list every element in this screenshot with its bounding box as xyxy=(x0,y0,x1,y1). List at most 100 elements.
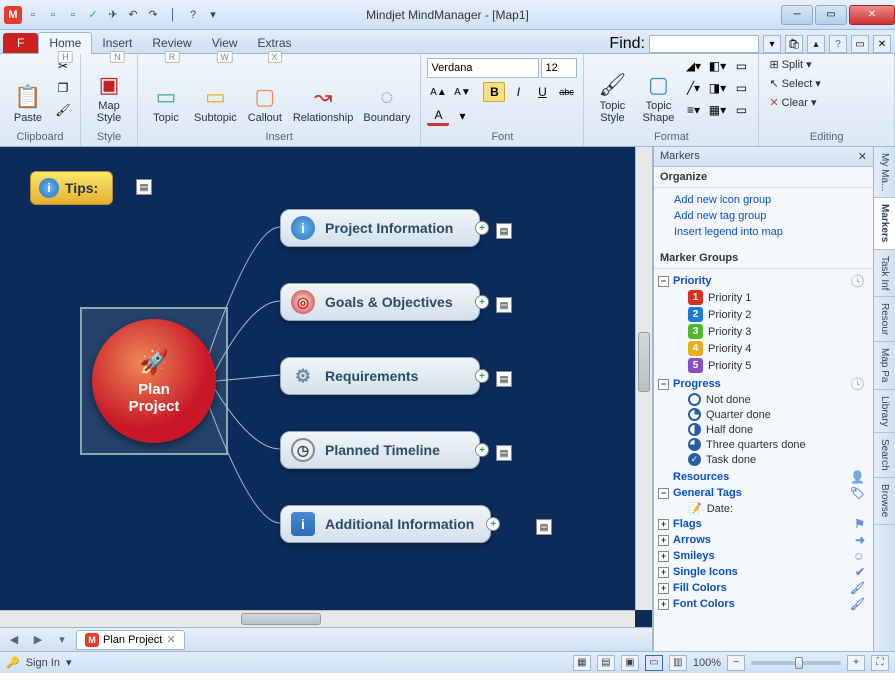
minimize-button[interactable]: ─ xyxy=(781,5,813,25)
help-icon[interactable]: ? xyxy=(829,35,847,53)
paste-button[interactable]: 📋Paste xyxy=(6,56,50,126)
shrink-font-icon[interactable]: A▼ xyxy=(451,82,473,102)
progress-three-quarters[interactable]: Three quarters done xyxy=(658,437,869,452)
restore-icon[interactable]: ▭ xyxy=(851,35,869,53)
resources-header[interactable]: Resources👤 xyxy=(658,469,869,485)
tab-insert[interactable]: InsertN xyxy=(92,33,142,53)
sidetab-taskinfo[interactable]: Task Inf xyxy=(874,250,895,297)
qat-help-icon[interactable]: ? xyxy=(184,6,202,24)
view-slide-icon[interactable]: ▭ xyxy=(645,655,663,671)
view-map-icon[interactable]: ▦ xyxy=(573,655,591,671)
date-item[interactable]: 📝Date: xyxy=(658,501,869,516)
progress-quarter[interactable]: Quarter done xyxy=(658,407,869,422)
align-icon[interactable]: ≡▾ xyxy=(682,100,704,120)
collapse-icon[interactable]: − xyxy=(658,379,669,390)
signin-link[interactable]: Sign In xyxy=(26,657,60,669)
progress-not-done[interactable]: Not done xyxy=(658,392,869,407)
insert-legend-link[interactable]: Insert legend into map xyxy=(674,224,867,240)
priority-3[interactable]: 3Priority 3 xyxy=(658,323,869,340)
expand-icon[interactable]: + xyxy=(475,295,489,309)
sidetab-markers[interactable]: Markers xyxy=(874,198,895,249)
bold-button[interactable]: B xyxy=(483,82,505,102)
fmt-icon-d[interactable]: ▭ xyxy=(730,56,752,76)
sidetab-mapparts[interactable]: Map Pa xyxy=(874,342,895,389)
view-gantt-icon[interactable]: ▣ xyxy=(621,655,639,671)
collapse-icon[interactable]: − xyxy=(658,276,669,287)
tab-view[interactable]: ViewW xyxy=(202,33,248,53)
file-tab[interactable]: F xyxy=(3,33,38,53)
underline-button[interactable]: U xyxy=(531,82,553,102)
font-colors-header[interactable]: +Font Colors🖌 xyxy=(658,596,869,612)
close-doc-icon[interactable]: ✕ xyxy=(873,35,891,53)
view-other-icon[interactable]: ▥ xyxy=(669,655,687,671)
topic-shape-button[interactable]: ▢Topic Shape xyxy=(636,56,680,126)
signin-dropdown-icon[interactable]: ▾ xyxy=(66,656,72,669)
fmt-icon-a[interactable]: ◧▾ xyxy=(706,56,728,76)
expand-icon[interactable]: + xyxy=(475,443,489,457)
close-button[interactable]: ✕ xyxy=(849,5,895,25)
general-tags-header[interactable]: −General Tags🏷 xyxy=(658,485,869,501)
topic-button[interactable]: ▭Topic xyxy=(144,56,188,126)
add-icon-group-link[interactable]: Add new icon group xyxy=(674,192,867,208)
progress-half[interactable]: Half done xyxy=(658,422,869,437)
zoom-in-icon[interactable]: + xyxy=(847,655,865,671)
nav-back-icon[interactable]: ◀ xyxy=(4,631,24,649)
qat-redo-icon[interactable]: ↷ xyxy=(144,6,162,24)
progress-done[interactable]: ✓Task done xyxy=(658,452,869,467)
central-topic[interactable]: 🚀 Plan Project xyxy=(92,319,216,443)
topic-requirements[interactable]: ⚙ Requirements + xyxy=(280,357,480,395)
expand-icon[interactable]: + xyxy=(486,517,500,531)
grow-font-icon[interactable]: A▲ xyxy=(427,82,449,102)
boundary-button[interactable]: ◌Boundary xyxy=(359,56,414,126)
zoom-label[interactable]: 100% xyxy=(693,657,721,669)
select-button[interactable]: ↖Select ▾ xyxy=(765,75,824,92)
expand-icon[interactable]: + xyxy=(658,567,669,578)
view-outline-icon[interactable]: ▤ xyxy=(597,655,615,671)
tab-extras[interactable]: ExtrasX xyxy=(248,33,302,53)
topic-goals[interactable]: ◎ Goals & Objectives + xyxy=(280,283,480,321)
single-icons-header[interactable]: +Single Icons✔ xyxy=(658,564,869,580)
fit-icon[interactable]: ⛶ xyxy=(871,655,889,671)
document-tab[interactable]: M Plan Project ✕ xyxy=(76,630,185,650)
font-color-dropdown-icon[interactable]: ▾ xyxy=(451,106,473,126)
tab-review[interactable]: ReviewR xyxy=(142,33,201,53)
priority-1[interactable]: 1Priority 1 xyxy=(658,289,869,306)
shop-icon[interactable]: 🛍 xyxy=(785,35,803,53)
topic-style-button[interactable]: 🖌Topic Style xyxy=(590,56,634,126)
progress-header[interactable]: −Progress🕓 xyxy=(658,376,869,392)
smileys-header[interactable]: +Smileys☺ xyxy=(658,548,869,564)
copy-icon[interactable]: ❐ xyxy=(52,78,74,98)
size-select[interactable] xyxy=(541,58,577,78)
strike-button[interactable]: abc xyxy=(555,82,577,102)
find-go-icon[interactable]: ▾ xyxy=(763,35,781,53)
priority-header[interactable]: −Priority🕓 xyxy=(658,273,869,289)
qat-undo-icon[interactable]: ↶ xyxy=(124,6,142,24)
expand-icon[interactable]: + xyxy=(658,551,669,562)
sidetab-library[interactable]: Library xyxy=(874,390,895,434)
relationship-button[interactable]: ↝Relationship xyxy=(289,56,358,126)
fill-colors-header[interactable]: +Fill Colors🖌 xyxy=(658,580,869,596)
qat-dropdown-icon[interactable]: ▾ xyxy=(204,6,222,24)
qat-new-icon[interactable]: ▫ xyxy=(24,6,42,24)
nav-fwd-icon[interactable]: ▶ xyxy=(28,631,48,649)
tab-home[interactable]: HomeH xyxy=(38,32,92,54)
tab-close-icon[interactable]: ✕ xyxy=(166,633,175,646)
collapse-icon[interactable]: − xyxy=(658,488,669,499)
qat-check-icon[interactable]: ✓ xyxy=(84,6,102,24)
sidetab-resources[interactable]: Resour xyxy=(874,297,895,342)
fmt-icon-f[interactable]: ▭ xyxy=(730,100,752,120)
map-style-button[interactable]: ▣Map Style xyxy=(87,56,131,126)
panel-close-icon[interactable]: ✕ xyxy=(858,150,867,163)
subtopic-button[interactable]: ▭Subtopic xyxy=(190,56,241,126)
qat-send-icon[interactable]: ✈ xyxy=(104,6,122,24)
expand-icon[interactable]: + xyxy=(658,519,669,530)
priority-5[interactable]: 5Priority 5 xyxy=(658,357,869,374)
sidetab-search[interactable]: Search xyxy=(874,433,895,478)
maximize-button[interactable]: ▭ xyxy=(815,5,847,25)
format-painter-icon[interactable]: 🖌 xyxy=(52,100,74,120)
callout-button[interactable]: ▢Callout xyxy=(243,56,287,126)
expand-icon[interactable]: + xyxy=(475,221,489,235)
expand-icon[interactable]: + xyxy=(658,583,669,594)
qat-save-icon[interactable]: ▫ xyxy=(64,6,82,24)
split-button[interactable]: ⊞Split ▾ xyxy=(765,56,815,73)
